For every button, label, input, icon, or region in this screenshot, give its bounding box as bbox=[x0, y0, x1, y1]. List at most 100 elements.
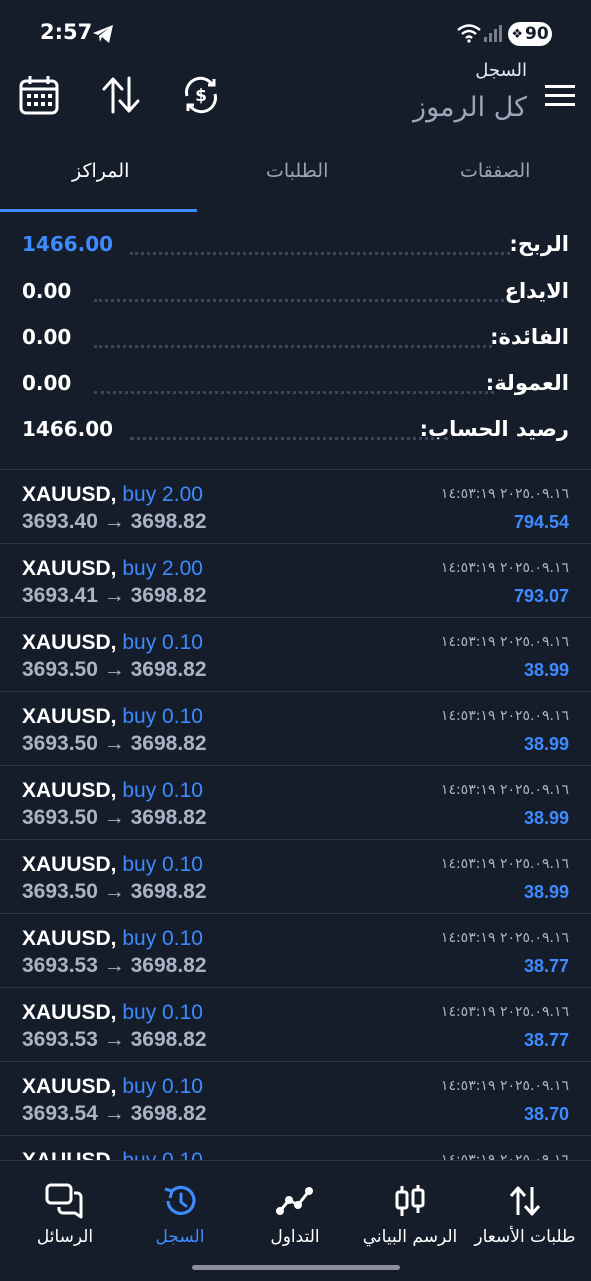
positions-list[interactable]: XAUUSD, buy 2.00 3693.40 → 3698.82 ٢٠٢٥.٠٩… bbox=[0, 470, 591, 1160]
nav-chart[interactable]: الرسم البياني bbox=[351, 1183, 469, 1247]
arrow-right-icon: → bbox=[103, 658, 125, 681]
battery-leaf-icon: ❖ bbox=[511, 26, 523, 42]
nav-quotes[interactable]: طلبات الأسعار bbox=[466, 1183, 584, 1247]
summary-balance-row: 1466.00 رصيد الحساب: bbox=[22, 417, 569, 447]
tab-deals[interactable]: الصفقات bbox=[460, 160, 530, 182]
nav-label: الرسائل bbox=[36, 1227, 94, 1247]
position-symbol-line: XAUUSD, buy 0.10 bbox=[22, 1149, 203, 1160]
open-price: 3693.40 bbox=[22, 510, 98, 533]
nav-label: التداول bbox=[270, 1227, 320, 1247]
nav-trade[interactable]: التداول bbox=[236, 1183, 354, 1247]
position-side: buy 0.10 bbox=[122, 1075, 203, 1098]
calendar-icon[interactable] bbox=[18, 74, 60, 116]
position-row[interactable]: XAUUSD, buy 2.00 3693.41 → 3698.82 ٢٠٢٥.٠٩… bbox=[0, 544, 591, 618]
position-row[interactable]: XAUUSD, buy 0.10 3693.50 → 3698.82 ٢٠٢٥.٠٩… bbox=[0, 840, 591, 914]
open-price: 3693.50 bbox=[22, 806, 98, 829]
arrow-right-icon: → bbox=[103, 880, 125, 903]
page-title: السجل bbox=[475, 60, 527, 81]
position-profit: 38.99 bbox=[523, 882, 569, 902]
position-prices: 3693.53 → 3698.82 bbox=[22, 954, 207, 978]
open-price: 3693.53 bbox=[22, 954, 98, 977]
position-symbol-line: XAUUSD, buy 0.10 bbox=[22, 779, 203, 803]
active-tab-indicator bbox=[0, 209, 197, 212]
open-price: 3693.50 bbox=[22, 658, 98, 681]
deposit-value: 0.00 bbox=[22, 279, 72, 303]
position-prices: 3693.53 → 3698.82 bbox=[22, 1028, 207, 1052]
position-row[interactable]: XAUUSD, buy 0.10 3693.54 → 3698.82 ٢٠٢٥.٠٩… bbox=[0, 1062, 591, 1136]
position-prices: 3693.40 → 3698.82 bbox=[22, 510, 207, 534]
summary-interest-row: 0.00 الفائدة: bbox=[22, 325, 569, 355]
position-row[interactable]: XAUUSD, buy 0.10 3693.50 → 3698.82 ٢٠٢٥.٠٩… bbox=[0, 766, 591, 840]
position-row[interactable]: XAUUSD, buy 0.10 3693.50 → 3698.82 ٢٠٢٥.٠٩… bbox=[0, 692, 591, 766]
position-time: ٢٠٢٥.٠٩.١٦ ١٤:٥٣:١٩ bbox=[440, 1078, 569, 1094]
position-time: ٢٠٢٥.٠٩.١٦ ١٤:٥٣:١٩ bbox=[440, 856, 569, 872]
position-prices: 3693.41 → 3698.82 bbox=[22, 584, 207, 608]
profit-label: الربح: bbox=[509, 232, 569, 256]
position-row[interactable]: XAUUSD, buy 0.10 3693.50 → 3698.82 ٢٠٢٥.٠٩… bbox=[0, 618, 591, 692]
position-side: buy 0.10 bbox=[122, 705, 203, 728]
symbol: XAUUSD, bbox=[22, 779, 117, 802]
position-side: buy 0.10 bbox=[122, 1001, 203, 1024]
open-price: 3693.50 bbox=[22, 732, 98, 755]
symbol: XAUUSD, bbox=[22, 631, 117, 654]
position-profit: 38.77 bbox=[523, 1030, 569, 1050]
nav-history[interactable]: السجل bbox=[121, 1183, 239, 1247]
symbol-filter[interactable]: كل الرموز bbox=[413, 92, 527, 123]
symbol: XAUUSD, bbox=[22, 853, 117, 876]
position-time: ٢٠٢٥.٠٩.١٦ ١٤:٥٣:١٩ bbox=[440, 486, 569, 502]
position-time: ٢٠٢٥.٠٩.١٦ ١٤:٥٣:١٩ bbox=[440, 1152, 569, 1160]
position-side: buy 0.10 bbox=[122, 779, 203, 802]
arrow-right-icon: → bbox=[103, 1102, 125, 1125]
close-price: 3698.82 bbox=[130, 954, 207, 977]
summary-profit-row: 1466.00 الربح: bbox=[22, 232, 569, 262]
open-price: 3693.41 bbox=[22, 584, 98, 607]
tab-positions[interactable]: المراكز bbox=[72, 160, 129, 182]
arrow-right-icon: → bbox=[103, 1028, 125, 1051]
dotted-leader bbox=[130, 250, 510, 255]
position-side: buy 0.10 bbox=[122, 631, 203, 654]
open-price: 3693.50 bbox=[22, 880, 98, 903]
nav-label: السجل bbox=[155, 1227, 205, 1247]
position-prices: 3693.50 → 3698.82 bbox=[22, 806, 207, 830]
open-price: 3693.53 bbox=[22, 1028, 98, 1051]
close-price: 3698.82 bbox=[130, 732, 207, 755]
sort-icon[interactable] bbox=[100, 74, 142, 116]
profit-value: 1466.00 bbox=[22, 232, 114, 256]
arrow-right-icon: → bbox=[103, 806, 125, 829]
position-prices: 3693.54 → 3698.82 bbox=[22, 1102, 207, 1126]
position-profit: 38.99 bbox=[523, 808, 569, 828]
position-symbol-line: XAUUSD, buy 0.10 bbox=[22, 853, 203, 877]
signal-icon bbox=[484, 25, 502, 42]
position-row[interactable]: XAUUSD, buy 0.10 ٢٠٢٥.٠٩.١٦ ١٤:٥٣:١٩ bbox=[0, 1136, 591, 1160]
nav-messages[interactable]: الرسائل bbox=[6, 1183, 124, 1247]
position-row[interactable]: XAUUSD, buy 0.10 3693.53 → 3698.82 ٢٠٢٥.٠٩… bbox=[0, 914, 591, 988]
position-symbol-line: XAUUSD, buy 2.00 bbox=[22, 557, 203, 581]
position-row[interactable]: XAUUSD, buy 2.00 3693.40 → 3698.82 ٢٠٢٥.٠٩… bbox=[0, 470, 591, 544]
arrow-right-icon: → bbox=[103, 732, 125, 755]
battery-indicator: ❖ 90 bbox=[508, 22, 552, 46]
position-prices: 3693.50 → 3698.82 bbox=[22, 732, 207, 756]
status-time: 2:57 bbox=[40, 20, 93, 44]
position-profit: 38.99 bbox=[523, 660, 569, 680]
nav-label: طلبات الأسعار bbox=[474, 1227, 576, 1247]
commission-value: 0.00 bbox=[22, 371, 72, 395]
balance-value: 1466.00 bbox=[22, 417, 114, 441]
symbol: XAUUSD, bbox=[22, 705, 117, 728]
summary-deposit-row: 0.00 الايداع bbox=[22, 279, 569, 309]
position-symbol-line: XAUUSD, buy 0.10 bbox=[22, 631, 203, 655]
position-prices: 3693.50 → 3698.82 bbox=[22, 880, 207, 904]
trade-icon bbox=[276, 1187, 313, 1215]
chart-icon bbox=[395, 1185, 425, 1216]
close-price: 3698.82 bbox=[130, 1028, 207, 1051]
svg-text:$: $ bbox=[195, 86, 207, 106]
tab-orders[interactable]: الطلبات bbox=[266, 160, 328, 182]
bottom-navigation: الرسائل السجل التداول الرسم البياني طلبا… bbox=[0, 1160, 591, 1281]
position-prices: 3693.50 → 3698.82 bbox=[22, 658, 207, 682]
close-price: 3698.82 bbox=[130, 510, 207, 533]
currency-exchange-icon[interactable]: $ bbox=[180, 74, 222, 116]
position-time: ٢٠٢٥.٠٩.١٦ ١٤:٥٣:١٩ bbox=[440, 560, 569, 576]
position-profit: 38.70 bbox=[523, 1104, 569, 1124]
position-row[interactable]: XAUUSD, buy 0.10 3693.53 → 3698.82 ٢٠٢٥.٠٩… bbox=[0, 988, 591, 1062]
quotes-icon bbox=[509, 1186, 541, 1216]
menu-icon[interactable] bbox=[545, 84, 575, 108]
